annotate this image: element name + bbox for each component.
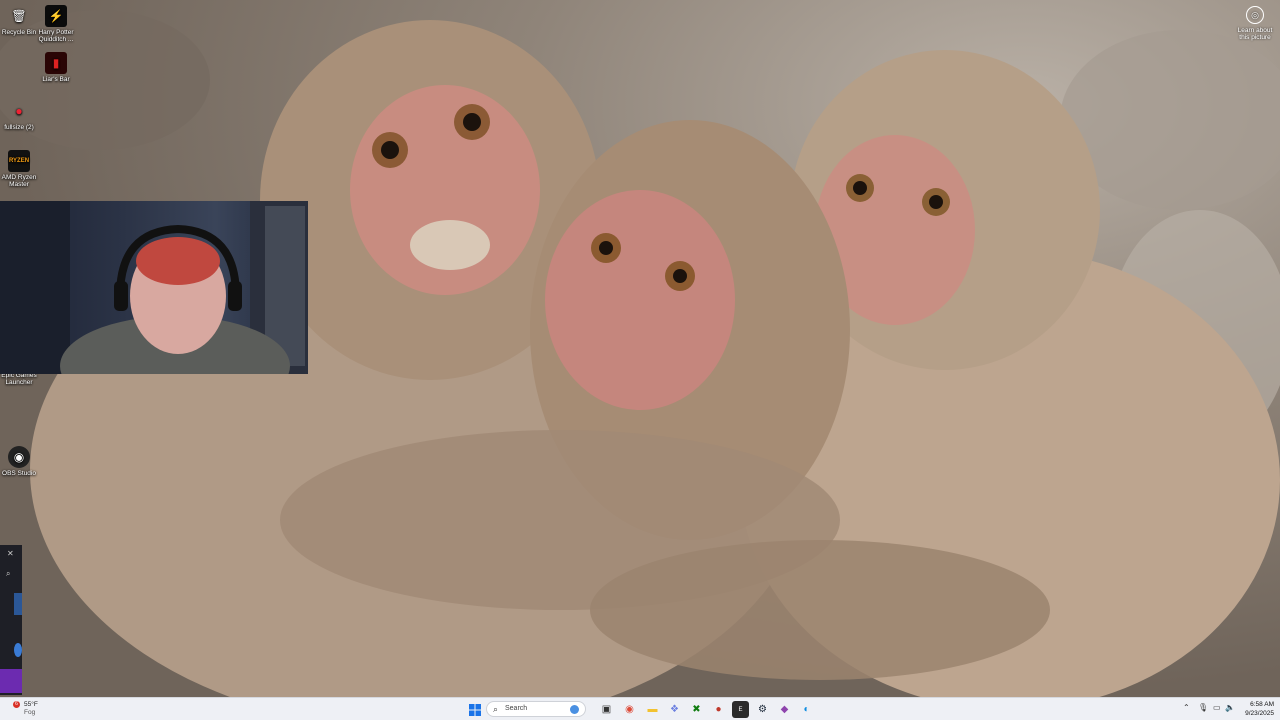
- microphone-icon[interactable]: 🎙: [1198, 703, 1208, 712]
- copilot-icon: ❖: [670, 704, 679, 715]
- recorder-icon: ●: [715, 704, 722, 715]
- desktop-icon-label: Liar's Bar: [42, 76, 70, 83]
- start-button[interactable]: [466, 701, 483, 718]
- task-view-icon: ▣: [601, 704, 612, 715]
- network-icon[interactable]: ▭: [1213, 703, 1221, 712]
- desktop-icon-label: Epic Games Launcher: [1, 372, 37, 386]
- steam-icon: ⚙: [758, 704, 767, 715]
- learn-about-picture-button[interactable]: ◎ Learn about this picture: [1232, 6, 1278, 41]
- xbox-button[interactable]: ✖: [688, 701, 705, 718]
- desktop-icon-ryzen-master[interactable]: RYZEN AMD Ryzen Master: [1, 150, 37, 188]
- desktop-icon-epic-games[interactable]: Epic Games Launcher: [1, 372, 37, 386]
- xbox-icon: ✖: [692, 704, 701, 715]
- volume-icon[interactable]: 🔈: [1225, 703, 1235, 712]
- mario-icon: ●: [15, 103, 23, 118]
- weather-condition: Fog: [24, 709, 36, 716]
- edge-icon: ◐: [803, 704, 810, 715]
- desktop-icon-liars-bar[interactable]: ▮ Liar's Bar: [38, 52, 74, 83]
- recorder-button[interactable]: ●: [710, 701, 727, 718]
- taskbar-search-input[interactable]: ⌕ Search: [486, 701, 586, 717]
- windows-start-icon: [468, 703, 481, 716]
- file-explorer-button[interactable]: ▬: [644, 701, 661, 718]
- obs-studio-icon: ◉: [8, 446, 30, 468]
- desktop-icon-label: AMD Ryzen Master: [1, 174, 37, 188]
- desktop-icon-label: fullsize (2): [4, 124, 34, 131]
- desktop-icon-harry-potter[interactable]: ⚡ Harry Potter Quidditch ...: [38, 5, 74, 43]
- weather-widget[interactable]: 6 55°F Fog: [13, 701, 38, 717]
- edge-button[interactable]: ◐: [798, 701, 815, 718]
- task-view-button[interactable]: ▣: [598, 701, 615, 718]
- taskbar-clock[interactable]: 6:58 AM 9/23/2025: [1238, 700, 1274, 718]
- desktop-icon-label: Harry Potter Quidditch ...: [38, 29, 74, 43]
- chrome-icon: ◉: [625, 704, 634, 715]
- search-highlight-icon: [570, 705, 579, 714]
- close-icon[interactable]: ✕: [7, 549, 14, 558]
- copilot-button[interactable]: ❖: [666, 701, 683, 718]
- desktop-icon-recycle-bin[interactable]: 🗑 Recycle Bin: [1, 5, 37, 37]
- panel-app-tile[interactable]: [0, 669, 22, 693]
- desktop-icon-fullsize[interactable]: ● fullsize (2): [1, 100, 37, 132]
- camera-icon: ◎: [1246, 6, 1264, 24]
- panel-avatar[interactable]: [14, 643, 22, 657]
- chevron-up-icon[interactable]: ⌃: [1183, 703, 1190, 712]
- app-purple-icon: ◆: [780, 704, 789, 715]
- search-icon: ⌕: [493, 704, 499, 714]
- search-icon[interactable]: ⌕: [6, 569, 10, 579]
- epic-games-icon: E: [738, 706, 743, 713]
- chrome-button[interactable]: ◉: [621, 701, 638, 718]
- webcam-feed-image: [0, 201, 308, 374]
- search-placeholder: Search: [505, 705, 528, 712]
- app-purple-button[interactable]: ◆: [776, 701, 793, 718]
- notification-badge: 6: [13, 701, 20, 708]
- liars-bar-icon: ▮: [45, 52, 67, 74]
- harry-potter-game-icon: ⚡: [45, 5, 67, 27]
- desktop-icon-label: OBS Studio: [2, 470, 36, 477]
- clock-date: 9/23/2025: [1245, 710, 1274, 717]
- recycle-bin-icon: 🗑: [11, 8, 27, 23]
- panel-thumbnail[interactable]: [14, 593, 22, 615]
- steam-button[interactable]: ⚙: [754, 701, 771, 718]
- webcam-overlay: [0, 201, 308, 374]
- side-mini-panel: ✕ ⌕: [0, 545, 22, 695]
- desktop-icon-obs-studio[interactable]: ◉ OBS Studio: [1, 446, 37, 477]
- ryzen-master-icon: RYZEN: [8, 150, 30, 172]
- desktop-icon-label: Recycle Bin: [1, 29, 37, 36]
- clock-time: 6:58 AM: [1250, 701, 1274, 708]
- taskbar: 6 55°F Fog ⌕ Search ▣ ◉ ▬ ❖ ✖ ● E ⚙ ◆ ◐ …: [0, 697, 1280, 720]
- folder-icon: ▬: [647, 704, 658, 715]
- epic-games-button[interactable]: E: [732, 701, 749, 718]
- learn-about-picture-label: Learn about this picture: [1237, 27, 1273, 41]
